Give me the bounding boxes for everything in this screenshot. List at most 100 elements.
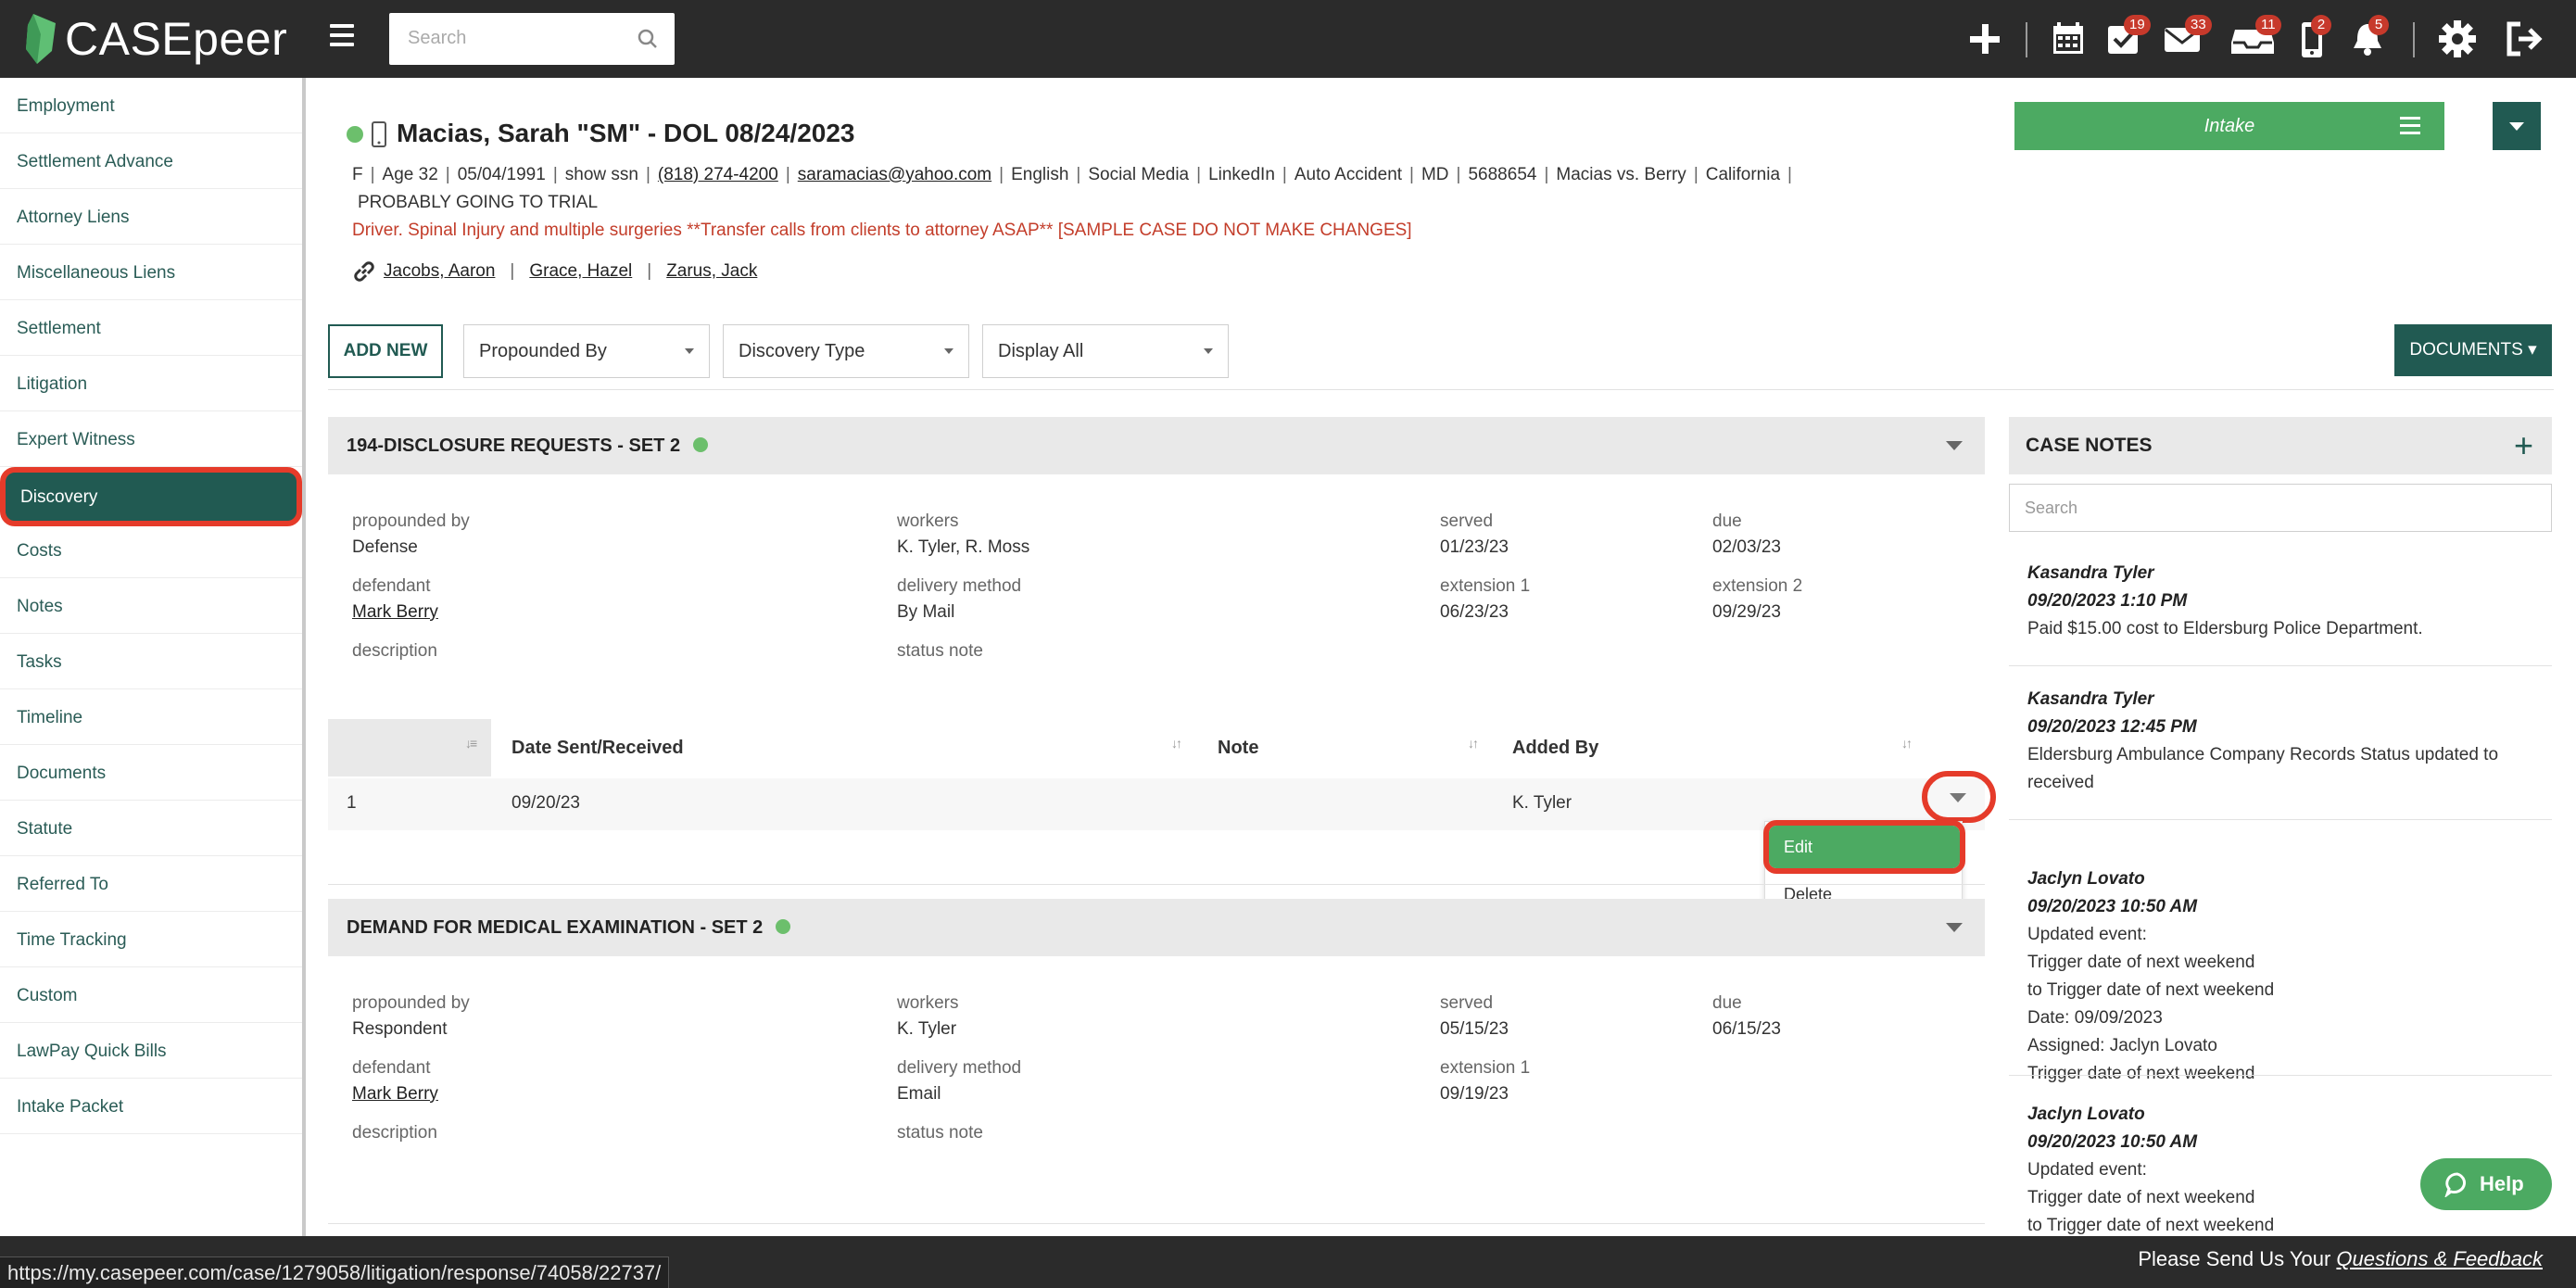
tasks-button[interactable]: 19 <box>2103 15 2151 59</box>
sort-icon[interactable]: ↓↑ <box>1468 736 1479 751</box>
sidebar-item-intake-packet[interactable]: Intake Packet <box>0 1080 302 1134</box>
sidebar-item-time-tracking[interactable]: Time Tracking <box>0 914 302 967</box>
propounded-by-select[interactable]: Propounded By <box>463 324 710 378</box>
documents-button-label: DOCUMENTS <box>2409 340 2523 360</box>
sidebar-item-discovery[interactable]: Discovery <box>0 467 302 526</box>
client-dob: 05/04/1991 <box>457 165 546 184</box>
discovery-section-header[interactable]: DEMAND FOR MEDICAL EXAMINATION - SET 2 <box>328 899 1985 956</box>
row-actions-caret-icon[interactable] <box>1922 771 1996 823</box>
label-status-note: status note <box>897 641 983 661</box>
collapse-chevron-icon[interactable] <box>1946 923 1963 932</box>
logout-icon[interactable] <box>2504 19 2544 59</box>
note-timestamp: 09/20/2023 10:50 AM <box>2027 1132 2198 1152</box>
note-line: to Trigger date of next weekend <box>2027 980 2275 1000</box>
sort-icon[interactable]: ↓↑ <box>1171 736 1182 751</box>
plus-icon[interactable] <box>1964 19 2005 59</box>
menu-toggle-icon[interactable] <box>330 24 354 52</box>
defendant-link[interactable]: Mark Berry <box>352 602 438 623</box>
sidebar-item-lawpay-quick-bills[interactable]: LawPay Quick Bills <box>0 1025 302 1079</box>
staff-link-jacobs[interactable]: Jacobs, Aaron <box>384 261 495 282</box>
sidebar-item-litigation[interactable]: Litigation <box>0 358 302 411</box>
case-note[interactable]: Kasandra Tyler 09/20/2023 1:10 PM Paid $… <box>2027 560 2546 643</box>
edit-menu-item[interactable]: Edit <box>1763 820 1965 874</box>
status-dot <box>693 437 709 452</box>
global-search-input[interactable] <box>389 13 612 63</box>
show-ssn-link[interactable]: show ssn <box>565 165 638 184</box>
sidebar-item-settlement[interactable]: Settlement <box>0 302 302 356</box>
note-author: Kasandra Tyler <box>2027 563 2154 583</box>
case-note[interactable]: Jaclyn Lovato 09/20/2023 10:50 AM Update… <box>2027 865 2546 1088</box>
gear-icon[interactable] <box>2437 19 2478 59</box>
staff-links: Jacobs, Aaron | Grace, Hazel | Zarus, Jack <box>352 259 757 284</box>
referral-source: LinkedIn <box>1208 165 1275 184</box>
sidebar-item-tasks[interactable]: Tasks <box>0 636 302 689</box>
add-note-plus-icon[interactable]: + <box>2514 417 2533 474</box>
notes-search-input[interactable] <box>2010 485 2551 531</box>
cell-number: 1 <box>347 793 357 813</box>
display-filter-select[interactable]: Display All <box>982 324 1229 378</box>
staff-link-zarus[interactable]: Zarus, Jack <box>666 261 757 282</box>
sidebar-item-custom[interactable]: Custom <box>0 969 302 1023</box>
sidebar-item-costs[interactable]: Costs <box>0 524 302 578</box>
table-row[interactable]: 1 09/20/23 K. Tyler <box>328 778 1985 830</box>
inbox-button[interactable]: 11 <box>2229 15 2281 59</box>
phone-button[interactable]: 2 <box>2298 15 2331 59</box>
th-note[interactable]: Note <box>1218 738 1258 759</box>
defendant-link[interactable]: Mark Berry <box>352 1084 438 1105</box>
help-button[interactable]: Help <box>2420 1158 2552 1210</box>
note-author: Jaclyn Lovato <box>2027 869 2145 889</box>
mail-button[interactable]: 33 <box>2163 15 2212 59</box>
label-due: due <box>1712 511 1742 531</box>
discovery-section-header[interactable]: 194-DISCLOSURE REQUESTS - SET 2 <box>328 417 1985 474</box>
casepeer-logo[interactable]: CASEpeer <box>24 11 287 67</box>
status-dropdown-caret-icon[interactable] <box>2493 102 2541 150</box>
number-column-header[interactable]: ↓≡ <box>328 719 491 777</box>
label-propounded-by: propounded by <box>352 511 470 531</box>
value-due: 02/03/23 <box>1712 537 1781 557</box>
sort-icon[interactable]: ↓↑ <box>1901 736 1913 751</box>
note-divider <box>2009 819 2552 820</box>
value-due: 06/15/23 <box>1712 1019 1781 1039</box>
discovery-title: 194-DISCLOSURE REQUESTS - SET 2 <box>347 436 681 456</box>
th-added-by[interactable]: Added By <box>1512 738 1598 759</box>
value-workers: K. Tyler <box>897 1019 957 1039</box>
client-email-link[interactable]: saramacias@yahoo.com <box>798 165 991 184</box>
add-new-button[interactable]: ADD NEW <box>328 324 443 378</box>
sidebar-item-employment[interactable]: Employment <box>0 80 302 133</box>
note-timestamp: 09/20/2023 10:50 AM <box>2027 897 2198 916</box>
discovery-title: DEMAND FOR MEDICAL EXAMINATION - SET 2 <box>347 917 764 938</box>
notifications-badge: 5 <box>2368 15 2389 35</box>
documents-dropdown-button[interactable]: DOCUMENTS ▾ <box>2394 324 2552 376</box>
sidebar-item-statute[interactable]: Statute <box>0 802 302 856</box>
feedback-prefix: Please Send Us Your <box>2138 1247 2331 1270</box>
discovery-type-select[interactable]: Discovery Type <box>723 324 969 378</box>
th-date-sent-received[interactable]: Date Sent/Received <box>511 738 684 759</box>
collapse-chevron-icon[interactable] <box>1946 441 1963 450</box>
sidebar-item-settlement-advance[interactable]: Settlement Advance <box>0 135 302 189</box>
label-due: due <box>1712 993 1742 1013</box>
sidebar-item-notes[interactable]: Notes <box>0 580 302 634</box>
client-language: English <box>1011 165 1069 184</box>
notifications-button[interactable]: 5 <box>2348 15 2389 59</box>
sidebar-item-timeline[interactable]: Timeline <box>0 691 302 745</box>
section-divider <box>328 884 1985 885</box>
sort-icon[interactable]: ↓≡ <box>465 736 477 751</box>
feedback-link[interactable]: Questions & Feedback <box>2336 1247 2543 1270</box>
sidebar-item-referred-to[interactable]: Referred To <box>0 858 302 912</box>
cell-added-by: K. Tyler <box>1512 793 1572 813</box>
sidebar-item-miscellaneous-liens[interactable]: Miscellaneous Liens <box>0 246 302 300</box>
case-note[interactable]: Kasandra Tyler 09/20/2023 12:45 PM Elder… <box>2027 686 2546 797</box>
label-delivery-method: delivery method <box>897 576 1022 596</box>
notes-search <box>2009 484 2552 532</box>
label-served: served <box>1440 511 1494 531</box>
staff-link-grace[interactable]: Grace, Hazel <box>529 261 632 282</box>
search-icon[interactable] <box>638 29 658 49</box>
sidebar-item-attorney-liens[interactable]: Attorney Liens <box>0 191 302 245</box>
calendar-button[interactable] <box>2048 19 2089 59</box>
client-phone-link[interactable]: (818) 274-4200 <box>658 165 778 184</box>
value-served: 01/23/23 <box>1440 537 1509 557</box>
case-status-button[interactable]: Intake <box>2014 102 2444 150</box>
sidebar-item-documents[interactable]: Documents <box>0 747 302 801</box>
sidebar-item-expert-witness[interactable]: Expert Witness <box>0 413 302 467</box>
mobile-phone-icon <box>372 121 386 147</box>
